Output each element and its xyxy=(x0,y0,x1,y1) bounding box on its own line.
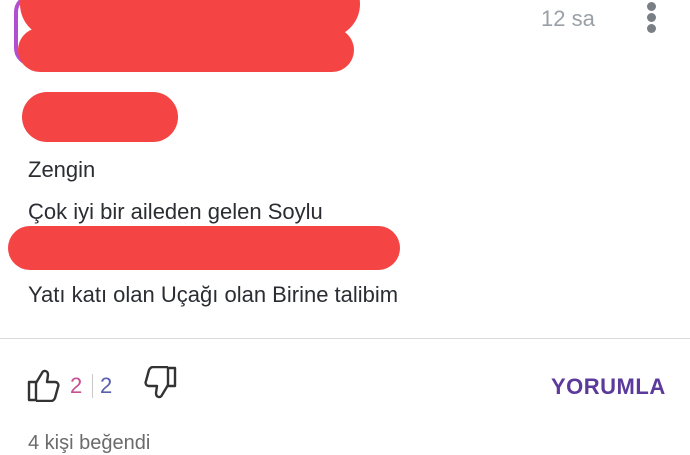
thumbs-up-icon xyxy=(27,369,60,403)
reply-button[interactable]: YORUMLA xyxy=(551,374,666,400)
thumbs-down-icon xyxy=(144,365,177,399)
more-vertical-icon[interactable] xyxy=(640,2,664,34)
like-button[interactable] xyxy=(26,366,62,404)
comment-line-1: Zengin xyxy=(28,157,96,182)
redacted-line xyxy=(8,226,400,270)
redacted-username-2 xyxy=(18,28,354,72)
comment-line-2: Çok iyi bir aileden gelen Soylu xyxy=(28,199,323,224)
count-separator xyxy=(92,374,93,398)
comment-line-3: Yatı katı olan Uçağı olan Birine talibim xyxy=(28,282,399,307)
like-count: 2 xyxy=(70,373,83,398)
divider xyxy=(0,338,690,339)
dislike-button[interactable] xyxy=(144,365,180,404)
likes-summary[interactable]: 4 kişi beğendi xyxy=(28,432,150,455)
dislike-count: 2 xyxy=(100,373,113,398)
comment-timestamp: 12 sa xyxy=(541,6,595,31)
redacted-line xyxy=(22,92,178,142)
